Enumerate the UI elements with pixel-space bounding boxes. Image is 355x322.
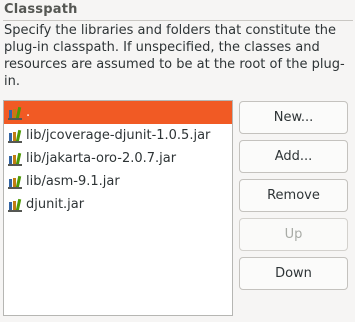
library-jar-icon	[8, 129, 22, 143]
classpath-item-label: djunit.jar	[26, 197, 85, 212]
section-divider	[3, 20, 353, 21]
classpath-item-label: lib/jakarta-oro-2.0.7.jar	[26, 151, 177, 166]
down-button[interactable]: Down	[239, 257, 348, 290]
classpath-item-djunit[interactable]: djunit.jar	[4, 193, 232, 216]
classpath-item-jakarta-oro[interactable]: lib/jakarta-oro-2.0.7.jar	[4, 147, 232, 170]
classpath-button-column: New... Add... Remove Up Down	[239, 101, 348, 296]
classpath-description: Specify the libraries and folders that c…	[4, 23, 345, 89]
classpath-item-label: .	[26, 105, 31, 120]
remove-button[interactable]: Remove	[239, 179, 348, 212]
library-jar-icon	[8, 175, 22, 189]
library-jar-icon	[8, 106, 22, 120]
classpath-item-jcoverage[interactable]: lib/jcoverage-djunit-1.0.5.jar	[4, 124, 232, 147]
section-title: Classpath	[4, 2, 78, 17]
add-button[interactable]: Add...	[239, 140, 348, 173]
classpath-item-asm[interactable]: lib/asm-9.1.jar	[4, 170, 232, 193]
classpath-item-label: lib/jcoverage-djunit-1.0.5.jar	[26, 128, 211, 143]
classpath-list[interactable]: . lib/jcoverage-djunit-1.0.5.jar lib/jak…	[3, 100, 233, 316]
library-jar-icon	[8, 198, 22, 212]
library-jar-icon	[8, 152, 22, 166]
new-button[interactable]: New...	[239, 101, 348, 134]
classpath-item-label: lib/asm-9.1.jar	[26, 174, 120, 189]
classpath-item-root[interactable]: .	[4, 101, 232, 124]
up-button[interactable]: Up	[239, 218, 348, 251]
